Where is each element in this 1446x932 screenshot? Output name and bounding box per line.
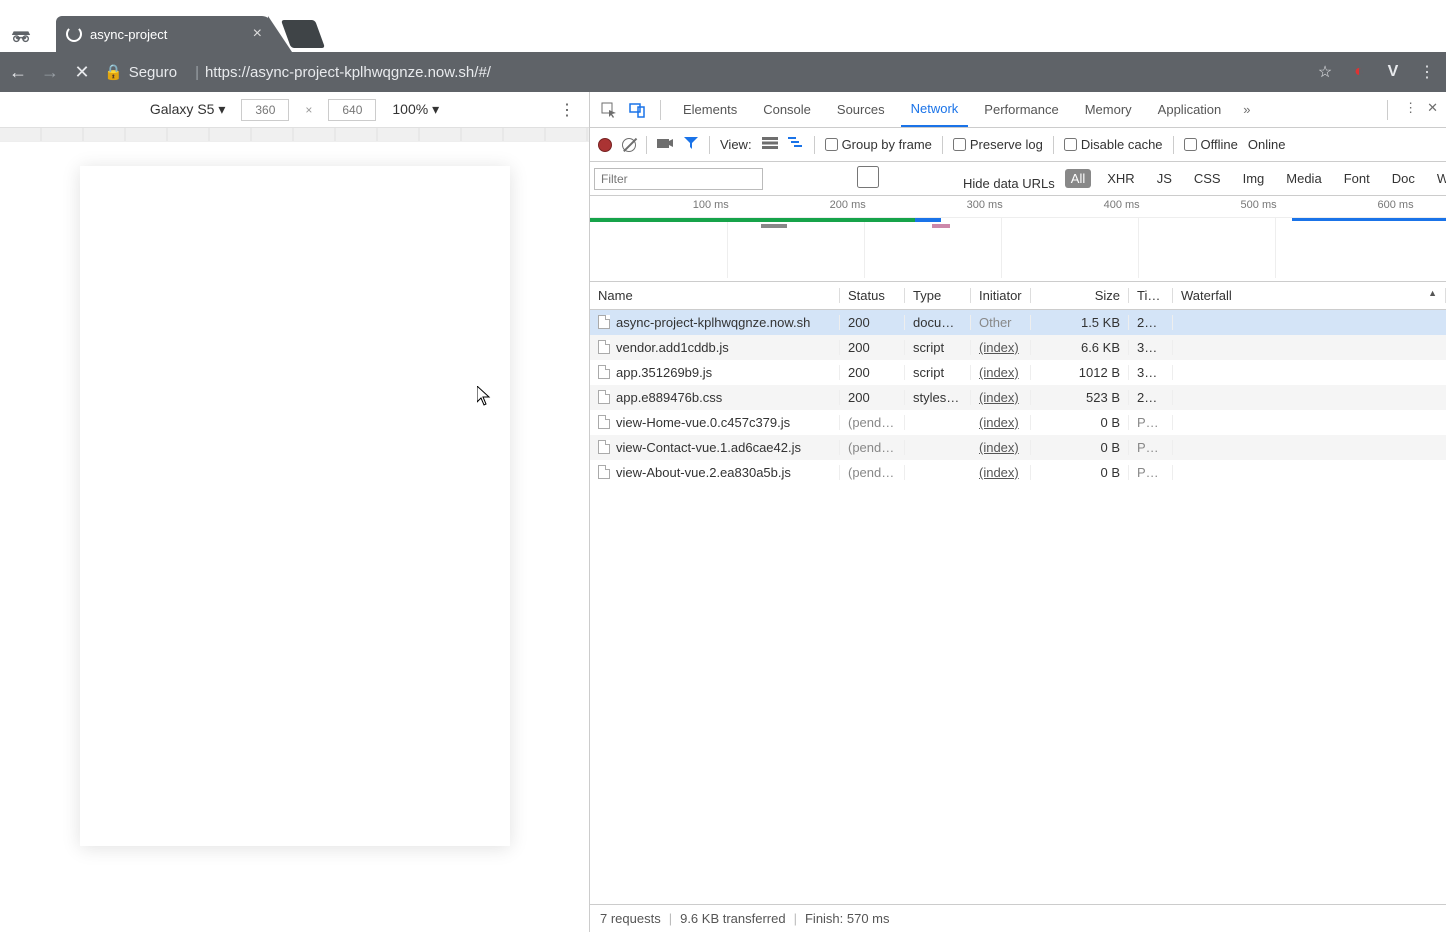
network-table-header: Name Status Type Initiator Size Time Wat… xyxy=(590,282,1446,310)
zoom-select[interactable]: 100% ▾ xyxy=(392,101,439,118)
file-icon xyxy=(598,340,610,354)
device-select[interactable]: Galaxy S5 ▾ xyxy=(150,101,226,118)
tab-sources[interactable]: Sources xyxy=(827,92,895,127)
file-icon xyxy=(598,415,610,429)
device-viewport[interactable] xyxy=(80,166,510,846)
timeline-overview[interactable] xyxy=(590,218,1446,282)
col-initiator[interactable]: Initiator xyxy=(971,288,1031,303)
table-row[interactable]: view-Contact-vue.1.ad6cae42.js(pendi…(in… xyxy=(590,435,1446,460)
status-finish: Finish: 570 ms xyxy=(805,911,890,926)
browser-menu-button[interactable]: ⋮ xyxy=(1416,62,1438,82)
filter-xhr[interactable]: XHR xyxy=(1101,169,1140,188)
devtools-close-button[interactable]: ✕ xyxy=(1427,100,1438,120)
device-emulation-panel: Galaxy S5 ▾ × 100% ▾ ⋮ xyxy=(0,92,590,932)
clear-button[interactable] xyxy=(622,138,636,152)
tab-elements[interactable]: Elements xyxy=(673,92,747,127)
height-input[interactable] xyxy=(328,99,376,121)
extension-icon[interactable]: ◐ xyxy=(1348,63,1370,81)
tab-console[interactable]: Console xyxy=(753,92,821,127)
status-transferred: 9.6 KB transferred xyxy=(680,911,786,926)
filter-doc[interactable]: Doc xyxy=(1386,169,1421,188)
col-size[interactable]: Size xyxy=(1031,288,1129,303)
table-row[interactable]: vendor.add1cddb.js200script(index)6.6 KB… xyxy=(590,335,1446,360)
url-display[interactable]: |https://async-project-kplhwqgnze.now.sh… xyxy=(189,64,491,81)
tab-title: async-project xyxy=(90,27,247,42)
stop-reload-button[interactable]: ✕ xyxy=(72,62,92,83)
browser-tab-strip: async-project × xyxy=(0,0,1446,52)
device-canvas xyxy=(0,142,589,932)
record-button[interactable] xyxy=(598,138,612,152)
col-status[interactable]: Status xyxy=(840,288,905,303)
loading-spinner-icon xyxy=(66,26,82,42)
filter-all[interactable]: All xyxy=(1065,169,1091,188)
col-time[interactable]: Time xyxy=(1129,288,1173,303)
devtools-settings-button[interactable]: ⋮ xyxy=(1404,100,1417,120)
table-row[interactable]: async-project-kplhwqgnze.now.sh200docum…… xyxy=(590,310,1446,335)
waterfall-view-button[interactable] xyxy=(788,135,804,154)
device-more-button[interactable]: ⋮ xyxy=(559,100,575,120)
lock-icon: 🔒 xyxy=(104,63,123,81)
back-button[interactable]: ← xyxy=(8,62,28,83)
secure-label: Seguro xyxy=(129,64,177,81)
preserve-log-checkbox[interactable]: Preserve log xyxy=(953,137,1043,152)
network-rows: async-project-kplhwqgnze.now.sh200docum…… xyxy=(590,310,1446,904)
extension-vue-icon[interactable]: V xyxy=(1382,63,1404,81)
devtools-panel: Elements Console Sources Network Perform… xyxy=(590,92,1446,932)
screenshot-button[interactable] xyxy=(657,135,673,154)
col-name[interactable]: Name xyxy=(590,288,840,303)
network-filter-bar: Hide data URLs All XHR JS CSS Img Media … xyxy=(590,162,1446,196)
tab-network[interactable]: Network xyxy=(901,92,969,127)
address-bar: ← → ✕ 🔒 Seguro |https://async-project-kp… xyxy=(0,52,1446,92)
table-row[interactable]: view-About-vue.2.ea830a5b.js(pendi…(inde… xyxy=(590,460,1446,485)
horizontal-ruler xyxy=(0,128,589,142)
view-label: View: xyxy=(720,137,752,152)
bookmark-button[interactable]: ☆ xyxy=(1314,62,1336,82)
filter-toggle-button[interactable] xyxy=(683,135,699,154)
network-status-bar: 7 requests | 9.6 KB transferred | Finish… xyxy=(590,904,1446,932)
filter-ws[interactable]: WS xyxy=(1431,169,1446,188)
table-row[interactable]: view-Home-vue.0.c457c379.js(pendi…(index… xyxy=(590,410,1446,435)
file-icon xyxy=(598,465,610,479)
file-icon xyxy=(598,390,610,404)
offline-checkbox[interactable]: Offline xyxy=(1184,137,1238,152)
close-tab-button[interactable]: × xyxy=(253,25,262,43)
col-type[interactable]: Type xyxy=(905,288,971,303)
dimension-separator: × xyxy=(305,103,312,117)
tab-application[interactable]: Application xyxy=(1148,92,1232,127)
large-rows-button[interactable] xyxy=(762,135,778,154)
timeline-ruler[interactable]: 100 ms 200 ms 300 ms 400 ms 500 ms 600 m… xyxy=(590,196,1446,218)
device-toggle-button[interactable] xyxy=(626,102,648,118)
incognito-icon xyxy=(10,26,32,47)
width-input[interactable] xyxy=(241,99,289,121)
group-by-frame-checkbox[interactable]: Group by frame xyxy=(825,137,932,152)
hide-data-urls-checkbox[interactable]: Hide data URLs xyxy=(773,166,1055,191)
file-icon xyxy=(598,440,610,454)
table-row[interactable]: app.351269b9.js200script(index)1012 B318… xyxy=(590,360,1446,385)
col-waterfall[interactable]: Waterfall xyxy=(1173,288,1446,303)
browser-tab[interactable]: async-project × xyxy=(56,16,272,52)
file-icon xyxy=(598,365,610,379)
tab-memory[interactable]: Memory xyxy=(1075,92,1142,127)
filter-css[interactable]: CSS xyxy=(1188,169,1227,188)
tab-performance[interactable]: Performance xyxy=(974,92,1068,127)
filter-media[interactable]: Media xyxy=(1280,169,1327,188)
filter-input[interactable] xyxy=(594,168,763,190)
network-toolbar: View: Group by frame Preserve log Disabl… xyxy=(590,128,1446,162)
device-toolbar: Galaxy S5 ▾ × 100% ▾ ⋮ xyxy=(0,92,589,128)
table-row[interactable]: app.e889476b.css200stylesh…(index)523 B2… xyxy=(590,385,1446,410)
inspect-element-button[interactable] xyxy=(598,102,620,118)
filter-js[interactable]: JS xyxy=(1151,169,1178,188)
filter-img[interactable]: Img xyxy=(1237,169,1271,188)
file-icon xyxy=(598,315,610,329)
throttling-select[interactable]: Online xyxy=(1248,137,1286,152)
disable-cache-checkbox[interactable]: Disable cache xyxy=(1064,137,1163,152)
status-requests: 7 requests xyxy=(600,911,661,926)
forward-button[interactable]: → xyxy=(40,62,60,83)
site-security[interactable]: 🔒 Seguro xyxy=(104,63,177,81)
devtools-tabs: Elements Console Sources Network Perform… xyxy=(590,92,1446,128)
more-tabs-button[interactable]: » xyxy=(1237,102,1256,117)
filter-font[interactable]: Font xyxy=(1338,169,1376,188)
cursor-icon xyxy=(477,386,491,411)
